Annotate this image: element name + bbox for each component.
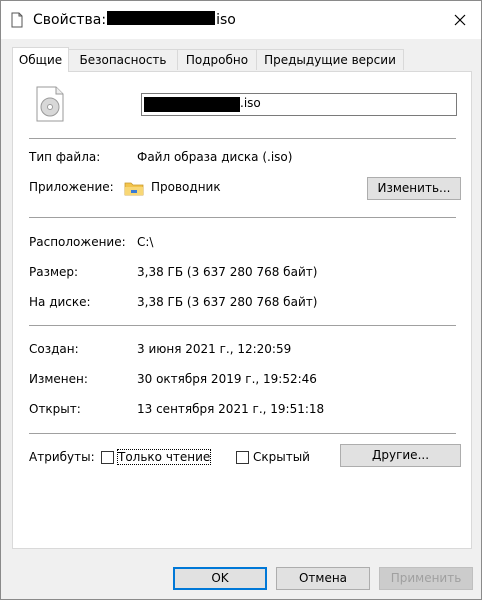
readonly-checkbox[interactable] (101, 451, 114, 464)
attributes-label: Атрибуты: (29, 450, 95, 464)
disc-image-icon (36, 86, 64, 122)
redacted-filename (144, 97, 240, 112)
opened-value: 13 сентября 2021 г., 19:51:18 (137, 402, 325, 416)
document-icon (11, 12, 23, 28)
folder-icon (124, 182, 144, 196)
separator (29, 325, 456, 326)
created-value: 3 июня 2021 г., 12:20:59 (137, 342, 292, 356)
modified-value: 30 октября 2019 г., 19:52:46 (137, 372, 317, 386)
app-label: Приложение: (29, 180, 114, 194)
hidden-checkbox[interactable] (236, 451, 249, 464)
separator (29, 138, 456, 139)
opened-label: Открыт: (29, 402, 81, 416)
hidden-label[interactable]: Скрытый (253, 450, 310, 464)
app-value: Проводник (151, 180, 221, 194)
type-label: Тип файла: (29, 150, 101, 164)
tab-general[interactable]: Общие (12, 47, 69, 72)
size-value: 3,38 ГБ (3 637 280 768 байт) (137, 265, 318, 279)
tab-details[interactable]: Подробно (177, 49, 257, 70)
disk-size-value: 3,38 ГБ (3 637 280 768 байт) (137, 295, 318, 309)
filename-field[interactable]: .iso (141, 93, 457, 116)
modified-label: Изменен: (29, 372, 88, 386)
type-value: Файл образа диска (.iso) (137, 150, 293, 164)
title-bar: Свойства: iso (1, 1, 481, 39)
readonly-label[interactable]: Только чтение (116, 449, 212, 465)
created-label: Создан: (29, 342, 79, 356)
redacted-filename (107, 11, 216, 25)
apply-button[interactable]: Применить (379, 567, 473, 590)
window-title: Свойства: iso (33, 11, 236, 28)
separator (29, 433, 456, 434)
disk-size-label: На диске: (29, 295, 91, 309)
size-label: Размер: (29, 265, 79, 279)
general-panel: .iso Тип файла: Файл образа диска (.iso)… (12, 71, 472, 549)
ok-button[interactable]: OK (173, 567, 267, 590)
tab-security[interactable]: Безопасность (68, 49, 178, 70)
close-icon[interactable] (447, 7, 473, 33)
tab-previous-versions[interactable]: Предыдущие версии (256, 49, 404, 70)
location-label: Расположение: (29, 235, 126, 249)
change-app-button[interactable]: Изменить... (367, 177, 461, 200)
properties-window: Свойства: iso Общие Безопасность Подробно… (0, 0, 482, 600)
separator (29, 217, 456, 218)
location-value: C:\ (137, 235, 154, 249)
filename-extension: .iso (240, 96, 261, 110)
cancel-button[interactable]: Отмена (276, 567, 370, 590)
other-attributes-button[interactable]: Другие... (340, 444, 461, 467)
